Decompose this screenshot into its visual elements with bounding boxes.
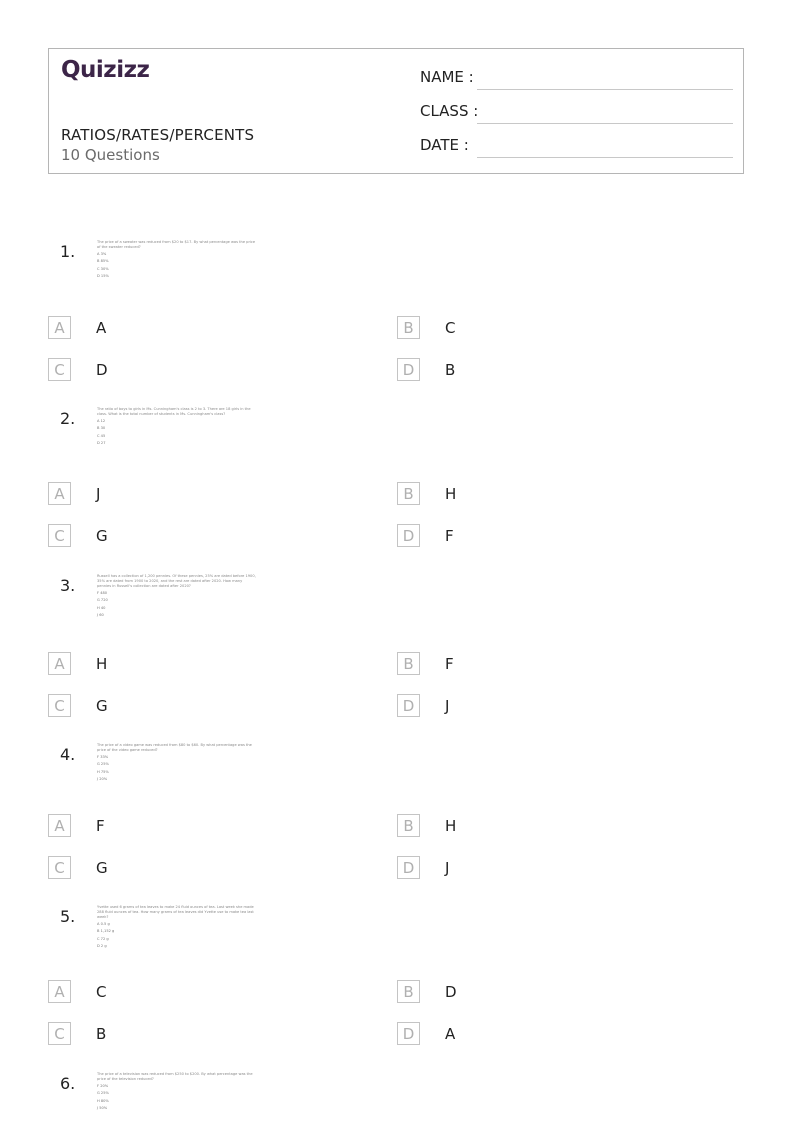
answer-letter-box[interactable]: A: [48, 652, 71, 675]
answer-text: D: [445, 983, 457, 1001]
question-number: 1.: [60, 242, 76, 261]
question-image-option: C 72 g: [97, 936, 109, 941]
class-field[interactable]: [477, 123, 733, 124]
question-image-option: H 80%: [97, 1098, 109, 1103]
question-image: Russell has a collection of 1,200 pennie…: [97, 574, 257, 618]
answer-text: F: [445, 655, 454, 673]
answer-letter-box[interactable]: B: [397, 814, 420, 837]
answer-text: B: [445, 361, 456, 379]
question-image-option: C 45: [97, 433, 106, 438]
answer-text: J: [445, 697, 450, 715]
answer-text: F: [445, 527, 454, 545]
question-image-option: F 480: [97, 591, 108, 596]
answer-letter-box[interactable]: A: [48, 980, 71, 1003]
answer-text: G: [96, 859, 108, 877]
question-number: 5.: [60, 907, 76, 926]
answer-letter-box[interactable]: B: [397, 980, 420, 1003]
question-stem: The price of a sweater was reduced from …: [97, 240, 256, 249]
answer-letter-box[interactable]: D: [397, 524, 420, 547]
question-image-option: C 30%: [97, 266, 109, 271]
question-image-option: B 85%: [97, 259, 109, 264]
question-image-option: J 20%: [97, 776, 108, 781]
answer-letter-box[interactable]: C: [48, 856, 71, 879]
question-image-option: D 27: [97, 440, 106, 445]
question-image-option: G 25%: [97, 762, 109, 767]
date-label: DATE :: [420, 136, 469, 154]
answer-letter-box[interactable]: D: [397, 358, 420, 381]
class-label: CLASS :: [420, 102, 479, 120]
question-stem: The price of a television was reduced fr…: [97, 1072, 253, 1081]
answer-text: A: [96, 319, 107, 337]
question-image: The ratio of boys to girls in Ms. Cunnin…: [97, 407, 257, 446]
quizizz-logo: Quizizz: [61, 57, 150, 83]
question-number: 3.: [60, 576, 76, 595]
question-image-option: F 20%: [97, 1084, 109, 1089]
answer-letter-box[interactable]: B: [397, 652, 420, 675]
answer-text: H: [445, 817, 457, 835]
answer-letter-box[interactable]: A: [48, 482, 71, 505]
answer-letter-box[interactable]: D: [397, 1022, 420, 1045]
question-image-option: A 3%: [97, 252, 107, 257]
answer-letter-box[interactable]: B: [397, 316, 420, 339]
answer-text: D: [96, 361, 108, 379]
answer-text: A: [445, 1025, 456, 1043]
question-image-option: H 75%: [97, 769, 109, 774]
name-label: NAME :: [420, 68, 474, 86]
answer-letter-box[interactable]: D: [397, 694, 420, 717]
answer-letter-box[interactable]: B: [397, 482, 420, 505]
answer-text: G: [96, 697, 108, 715]
question-image-option: J 60: [97, 612, 104, 617]
question-stem: Russell has a collection of 1,200 pennie…: [97, 574, 256, 588]
answer-letter-box[interactable]: C: [48, 1022, 71, 1045]
worksheet-header: Quizizz RATIOS/RATES/PERCENTS 10 Questio…: [48, 48, 744, 174]
answer-letter-box[interactable]: A: [48, 316, 71, 339]
name-field[interactable]: [477, 89, 733, 90]
answer-letter-box[interactable]: C: [48, 694, 71, 717]
question-image-option: B 30: [97, 426, 106, 431]
question-image-option: D 15%: [97, 273, 109, 278]
question-image-option: G 720: [97, 598, 108, 603]
question-number: 4.: [60, 745, 76, 764]
answer-letter-box[interactable]: C: [48, 524, 71, 547]
answer-text: J: [445, 859, 450, 877]
question-image-option: J 50%: [97, 1105, 108, 1110]
question-stem: The ratio of boys to girls in Ms. Cunnin…: [97, 407, 251, 416]
answer-text: F: [96, 817, 105, 835]
answer-text: H: [445, 485, 457, 503]
answer-text: C: [96, 983, 107, 1001]
question-number: 6.: [60, 1074, 76, 1093]
question-image-option: B 1,152 g: [97, 929, 115, 934]
answer-text: H: [96, 655, 108, 673]
question-image: The price of a television was reduced fr…: [97, 1072, 257, 1111]
question-stem: The price of a video game was reduced fr…: [97, 743, 252, 752]
answer-text: J: [96, 485, 101, 503]
answer-letter-box[interactable]: C: [48, 358, 71, 381]
question-number: 2.: [60, 409, 76, 428]
question-image-option: A 12: [97, 419, 106, 424]
question-stem: Yvette used 6 grams of tea leaves to mak…: [97, 905, 254, 919]
answer-letter-box[interactable]: D: [397, 856, 420, 879]
answer-text: B: [96, 1025, 107, 1043]
worksheet-title: RATIOS/RATES/PERCENTS: [61, 126, 255, 144]
date-field[interactable]: [477, 157, 733, 158]
answer-text: C: [445, 319, 456, 337]
question-image: Yvette used 6 grams of tea leaves to mak…: [97, 905, 257, 949]
question-count: 10 Questions: [61, 146, 160, 164]
question-image-option: D 2 g: [97, 943, 107, 948]
answer-text: G: [96, 527, 108, 545]
answer-letter-box[interactable]: A: [48, 814, 71, 837]
question-image: The price of a sweater was reduced from …: [97, 240, 257, 279]
question-image-option: G 25%: [97, 1091, 109, 1096]
question-image: The price of a video game was reduced fr…: [97, 743, 257, 782]
question-image-option: F 33%: [97, 755, 109, 760]
question-image-option: A 0.5 g: [97, 922, 110, 927]
question-image-option: H 40: [97, 605, 106, 610]
